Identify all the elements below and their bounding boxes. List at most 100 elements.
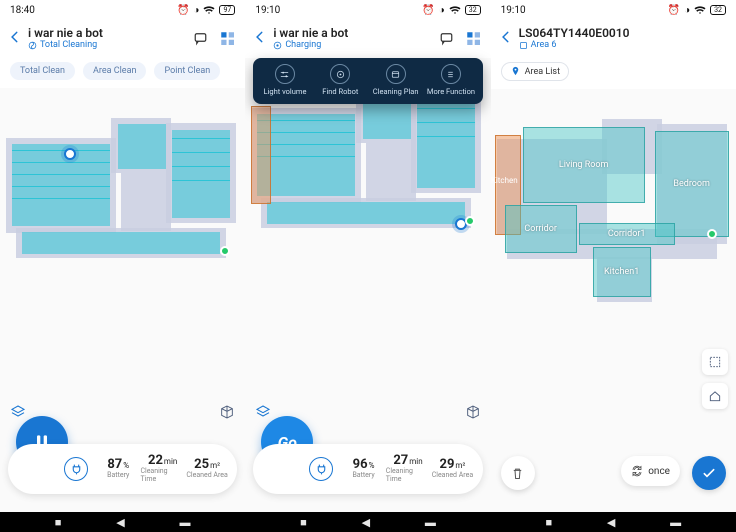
grid-menu-icon[interactable] xyxy=(465,30,483,48)
status-right: ⏰ ◑ 32 xyxy=(422,5,480,16)
nav-recent-icon[interactable]: ■ xyxy=(55,516,62,529)
area-icon xyxy=(519,41,528,50)
map-canvas: Kitchen Living Room Bedroom Corridor Cor… xyxy=(497,129,730,309)
map-canvas xyxy=(251,88,484,268)
chat-icon[interactable] xyxy=(193,30,211,48)
chat-icon[interactable] xyxy=(439,30,457,48)
zone-living[interactable]: Living Room xyxy=(523,127,645,203)
tool-home[interactable] xyxy=(702,383,728,409)
charge-icon[interactable] xyxy=(309,457,333,481)
chip-total-clean[interactable]: Total Clean xyxy=(10,62,75,80)
area-list-button[interactable]: Area List xyxy=(501,62,569,81)
calendar-icon xyxy=(386,64,406,84)
repeat-icon xyxy=(631,465,643,477)
phone-left: 18:40 ⏰ ◑ 97 i war nie a bot Total Clean… xyxy=(0,0,245,532)
stat-battery: 96% Battery xyxy=(341,458,385,480)
stat-time: 22min Cleaning Time xyxy=(140,454,184,484)
charge-icon[interactable] xyxy=(64,457,88,481)
nav-back-icon[interactable]: ▬ xyxy=(180,516,191,529)
list-icon xyxy=(441,64,461,84)
cube-icon[interactable] xyxy=(217,402,237,422)
back-button[interactable] xyxy=(499,30,513,48)
stat-time: 27min Cleaning Time xyxy=(386,454,430,484)
stat-area: 25m² Cleaned Area xyxy=(185,458,229,480)
zone-corridor[interactable]: Corridor xyxy=(505,205,577,253)
layers-icon[interactable] xyxy=(8,402,28,422)
page-subtitle: Total Cleaning xyxy=(28,41,187,51)
sliders-icon xyxy=(275,64,295,84)
dock-marker xyxy=(707,229,717,239)
cube-icon[interactable] xyxy=(463,402,483,422)
once-button[interactable]: once xyxy=(621,456,680,486)
grid-menu-icon[interactable] xyxy=(219,30,237,48)
nav-home-icon[interactable]: ◀ xyxy=(607,516,615,529)
map-area[interactable]: 87% Battery 22min Cleaning Time 25m² Cle… xyxy=(0,88,245,512)
confirm-button[interactable] xyxy=(692,456,726,490)
page-subtitle: Charging xyxy=(273,41,432,51)
dd-more[interactable]: More Function xyxy=(423,64,478,96)
zone-bedroom[interactable]: Bedroom xyxy=(655,131,729,237)
title-block: i war nie a bot Charging xyxy=(273,27,432,50)
status-bar: 19:10 ⏰ ◑ 32 xyxy=(245,0,490,20)
battery-icon: 97 xyxy=(219,5,235,15)
status-bar: 19:10 ⏰ ◑ 32 xyxy=(491,0,736,20)
status-time: 18:40 xyxy=(10,5,35,16)
stats-bar: 96% Battery 27min Cleaning Time 29m² Cle… xyxy=(253,444,482,494)
chip-area-clean[interactable]: Area Clean xyxy=(83,62,146,80)
map-canvas xyxy=(6,118,239,298)
title-block: LS064TY1440E0010 Area 6 xyxy=(519,27,704,50)
nav-home-icon[interactable]: ◀ xyxy=(362,516,370,529)
dnd-icon: ◑ xyxy=(684,5,690,16)
title-block: i war nie a bot Total Cleaning xyxy=(28,27,187,50)
nav-recent-icon[interactable]: ■ xyxy=(545,516,552,529)
wifi-icon xyxy=(449,5,461,15)
target-icon xyxy=(330,64,350,84)
status-right: ⏰ ◑ 32 xyxy=(668,5,726,16)
stat-area: 29m² Cleaned Area xyxy=(430,458,474,480)
header: i war nie a bot Total Cleaning xyxy=(0,20,245,58)
back-button[interactable] xyxy=(253,30,267,48)
status-time: 19:10 xyxy=(501,5,526,16)
chip-point-clean[interactable]: Point Clean xyxy=(154,62,220,80)
status-bar: 18:40 ⏰ ◑ 97 xyxy=(0,0,245,20)
zone-kitchen1[interactable]: Kitchen1 xyxy=(593,247,651,297)
fan-icon xyxy=(28,41,37,50)
page-title: i war nie a bot xyxy=(28,27,187,40)
page-subtitle: Area 6 xyxy=(519,41,704,51)
subtitle-text: Total Cleaning xyxy=(40,41,97,51)
layers-icon[interactable] xyxy=(253,402,273,422)
page-title: LS064TY1440E0010 xyxy=(519,27,704,40)
subtitle-text: Area 6 xyxy=(531,41,557,51)
nav-back-icon[interactable]: ▬ xyxy=(425,516,436,529)
header: i war nie a bot Charging xyxy=(245,20,490,58)
nav-back-icon[interactable]: ▬ xyxy=(670,516,681,529)
tool-draw-zone[interactable] xyxy=(702,349,728,375)
android-nav: ■ ◀ ▬ xyxy=(491,512,736,532)
subtitle-text: Charging xyxy=(285,41,321,51)
delete-button[interactable] xyxy=(501,456,535,490)
back-button[interactable] xyxy=(8,30,22,48)
dd-find-robot[interactable]: Find Robot xyxy=(313,64,368,96)
dd-cleaning-plan[interactable]: Cleaning Plan xyxy=(368,64,423,96)
header: LS064TY1440E0010 Area 6 xyxy=(491,20,736,58)
dnd-icon: ◑ xyxy=(439,5,445,16)
fan-icon xyxy=(273,41,282,50)
status-time: 19:10 xyxy=(255,5,280,16)
nav-home-icon[interactable]: ◀ xyxy=(116,516,124,529)
stats-bar: 87% Battery 22min Cleaning Time 25m² Cle… xyxy=(8,444,237,494)
alarm-off-icon: ⏰ xyxy=(668,5,680,16)
page-title: i war nie a bot xyxy=(273,27,432,40)
area-list-row: Area List xyxy=(491,58,736,89)
pin-icon xyxy=(510,66,521,77)
zone-corridor1[interactable]: Corridor1 xyxy=(579,223,675,245)
phone-right: 19:10 ⏰ ◑ 32 LS064TY1440E0010 Area 6 xyxy=(491,0,736,532)
mode-chips: Total Clean Area Clean Point Clean xyxy=(0,58,245,88)
alarm-off-icon: ⏰ xyxy=(177,5,189,16)
functions-dropdown: Light volume Find Robot Cleaning Plan Mo… xyxy=(253,58,482,104)
map-area[interactable]: Go 96% Battery 27min Cleaning Time 29m² … xyxy=(245,58,490,512)
nogo-zone xyxy=(251,106,271,204)
map-area[interactable]: Kitchen Living Room Bedroom Corridor Cor… xyxy=(491,89,736,512)
nav-recent-icon[interactable]: ■ xyxy=(300,516,307,529)
dd-light-volume[interactable]: Light volume xyxy=(257,64,312,96)
android-nav: ■ ◀ ▬ xyxy=(0,512,245,532)
